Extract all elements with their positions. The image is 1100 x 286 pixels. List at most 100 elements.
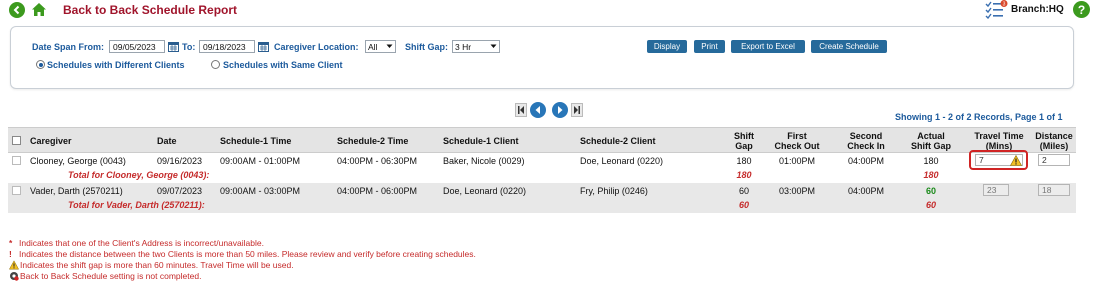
last-page-button[interactable]	[571, 103, 583, 117]
home-icon[interactable]	[31, 2, 47, 17]
notification-count: 3	[1003, 2, 1006, 8]
caregiver-name: Vader, Darth (2570211)	[30, 186, 123, 196]
schedule2-client: Doe, Leonard (0220)	[580, 156, 664, 166]
shift-gap-label: Shift Gap:	[405, 42, 448, 52]
next-page-button[interactable]	[552, 102, 568, 118]
caregiver-location-select[interactable]: All	[365, 40, 396, 53]
table-row[interactable]: Vader, Darth (2570211) 09/07/2023 09:00A…	[8, 183, 1076, 198]
create-schedule-button[interactable]: Create Schedule	[811, 40, 887, 53]
schedule1-client: Doe, Leonard (0220)	[443, 186, 527, 196]
col-schedule1-time[interactable]: Schedule-1 Time	[220, 136, 291, 146]
col-schedule1-client[interactable]: Schedule-1 Client	[443, 136, 519, 146]
schedule1-time: 09:00AM - 01:00PM	[220, 156, 301, 166]
calendar-from-icon[interactable]	[168, 41, 179, 52]
schedule2-time: 04:00PM - 06:30PM	[337, 156, 418, 166]
checklist-icon[interactable]: 3	[985, 0, 1009, 19]
table-header: Caregiver Date Schedule-1 Time Schedule-…	[8, 127, 1076, 153]
shift-gap-select[interactable]: 3 Hr	[452, 40, 500, 53]
schedule-date: 09/07/2023	[157, 186, 203, 196]
first-page-icon	[518, 106, 524, 114]
help-button[interactable]: ?	[1073, 1, 1090, 18]
records-summary: Showing 1 - 2 of 2 Records, Page 1 of 1	[895, 112, 1063, 122]
travel-time-highlight	[969, 150, 1028, 170]
table-row[interactable]: Clooney, George (0043) 09/16/2023 09:00A…	[8, 153, 1076, 168]
date-from-input[interactable]: 09/05/2023	[109, 40, 165, 53]
total-actual-gap: 60	[925, 200, 936, 210]
chevron-down-icon	[490, 44, 497, 48]
legend-asterisk-mark: *	[9, 238, 13, 248]
col-actual-shift-gap[interactable]: Actual Shift Gap	[901, 131, 961, 151]
actual-shift-gap-value: 60	[925, 186, 936, 196]
shift-gap-value: 3 Hr	[455, 41, 472, 52]
next-page-icon	[558, 106, 563, 114]
shift-gap-value: 180	[736, 156, 752, 166]
export-excel-button[interactable]: Export to Excel	[731, 40, 805, 53]
radio-different-clients-label[interactable]: Schedules with Different Clients	[47, 60, 185, 70]
legend-exclamation-mark: !	[9, 249, 12, 259]
distance-input[interactable]: 2	[1038, 154, 1070, 166]
col-second-checkin-line2: Check In	[847, 141, 885, 151]
date-from-label: Date Span From:	[32, 42, 105, 52]
col-shift-gap[interactable]: Shift Gap	[724, 131, 764, 151]
legend-item: Back to Back Schedule setting is not com…	[9, 271, 201, 281]
help-icon: ?	[1077, 2, 1086, 17]
col-second-checkin-line1: Second	[849, 131, 883, 141]
legend-item: * Indicates that one of the Client's Addr…	[9, 238, 264, 248]
legend-item: ! Indicates the distance between the two …	[9, 249, 476, 259]
distance-input: 18	[1038, 184, 1070, 196]
warning-icon	[9, 260, 19, 270]
filter-panel: Date Span From: 09/05/2023 To: 09/18/202…	[10, 26, 1074, 89]
back-button[interactable]	[9, 2, 25, 18]
calendar-to-icon[interactable]	[258, 41, 269, 52]
display-button[interactable]: Display	[647, 40, 687, 53]
col-date[interactable]: Date	[157, 136, 177, 146]
total-actual-gap: 180	[923, 170, 939, 180]
total-row: Total for Vader, Darth (2570211): 60 60	[8, 198, 1076, 213]
schedule1-time: 09:00AM - 03:00PM	[220, 186, 301, 196]
chevron-down-icon	[386, 44, 393, 48]
col-distance[interactable]: Distance (Miles)	[1032, 131, 1076, 151]
total-label: Total for Vader, Darth (2570211):	[68, 200, 205, 210]
legend-text: Indicates the shift gap is more than 60 …	[20, 260, 294, 270]
caregiver-location-value: All	[368, 41, 378, 52]
col-distance-line2: (Miles)	[1039, 141, 1069, 151]
top-bar: Back to Back Schedule Report 3 Branch:HQ…	[0, 0, 1100, 20]
page-title: Back to Back Schedule Report	[63, 3, 238, 17]
branch-label: Branch:HQ	[1011, 4, 1064, 15]
total-label: Total for Clooney, George (0043):	[68, 170, 210, 180]
last-page-icon	[574, 106, 580, 114]
travel-time-input: 23	[983, 184, 1009, 196]
radio-same-client[interactable]	[211, 60, 220, 69]
prev-page-button[interactable]	[530, 102, 546, 118]
second-checkin-value: 04:00PM	[847, 156, 885, 166]
row-checkbox[interactable]	[12, 186, 21, 195]
prev-page-icon	[535, 106, 540, 114]
col-actual-gap-line1: Actual	[917, 131, 945, 141]
second-checkin-value: 04:00PM	[847, 186, 885, 196]
select-all-checkbox[interactable]	[12, 136, 21, 145]
col-distance-line1: Distance	[1035, 131, 1073, 141]
col-travel-time[interactable]: Travel Time (Mins)	[969, 131, 1029, 151]
col-first-checkout-line2: Check Out	[774, 141, 820, 151]
date-to-label: To:	[182, 42, 196, 52]
row-checkbox[interactable]	[12, 156, 21, 165]
col-schedule2-time[interactable]: Schedule-2 Time	[337, 136, 408, 146]
col-second-checkin[interactable]: Second Check In	[836, 131, 896, 151]
first-page-button[interactable]	[515, 103, 527, 117]
print-button[interactable]: Print	[694, 40, 725, 53]
back-arrow-icon	[13, 5, 20, 15]
col-caregiver[interactable]: Caregiver	[30, 136, 72, 146]
radio-same-client-label[interactable]: Schedules with Same Client	[223, 60, 343, 70]
settings-warning-icon	[10, 272, 19, 281]
col-first-checkout[interactable]: First Check Out	[766, 131, 828, 151]
legend-text: Indicates the distance between the two C…	[19, 249, 476, 259]
col-shift-gap-line2: Gap	[735, 141, 753, 151]
date-to-input[interactable]: 09/18/2023	[199, 40, 255, 53]
legend-text: Indicates that one of the Client's Addre…	[19, 238, 264, 248]
first-checkout-value: 01:00PM	[778, 156, 816, 166]
schedule-date: 09/16/2023	[157, 156, 203, 166]
col-schedule2-client[interactable]: Schedule-2 Client	[580, 136, 656, 146]
col-shift-gap-line1: Shift	[734, 131, 754, 141]
radio-different-clients[interactable]	[36, 60, 45, 69]
caregiver-location-label: Caregiver Location:	[274, 42, 359, 52]
